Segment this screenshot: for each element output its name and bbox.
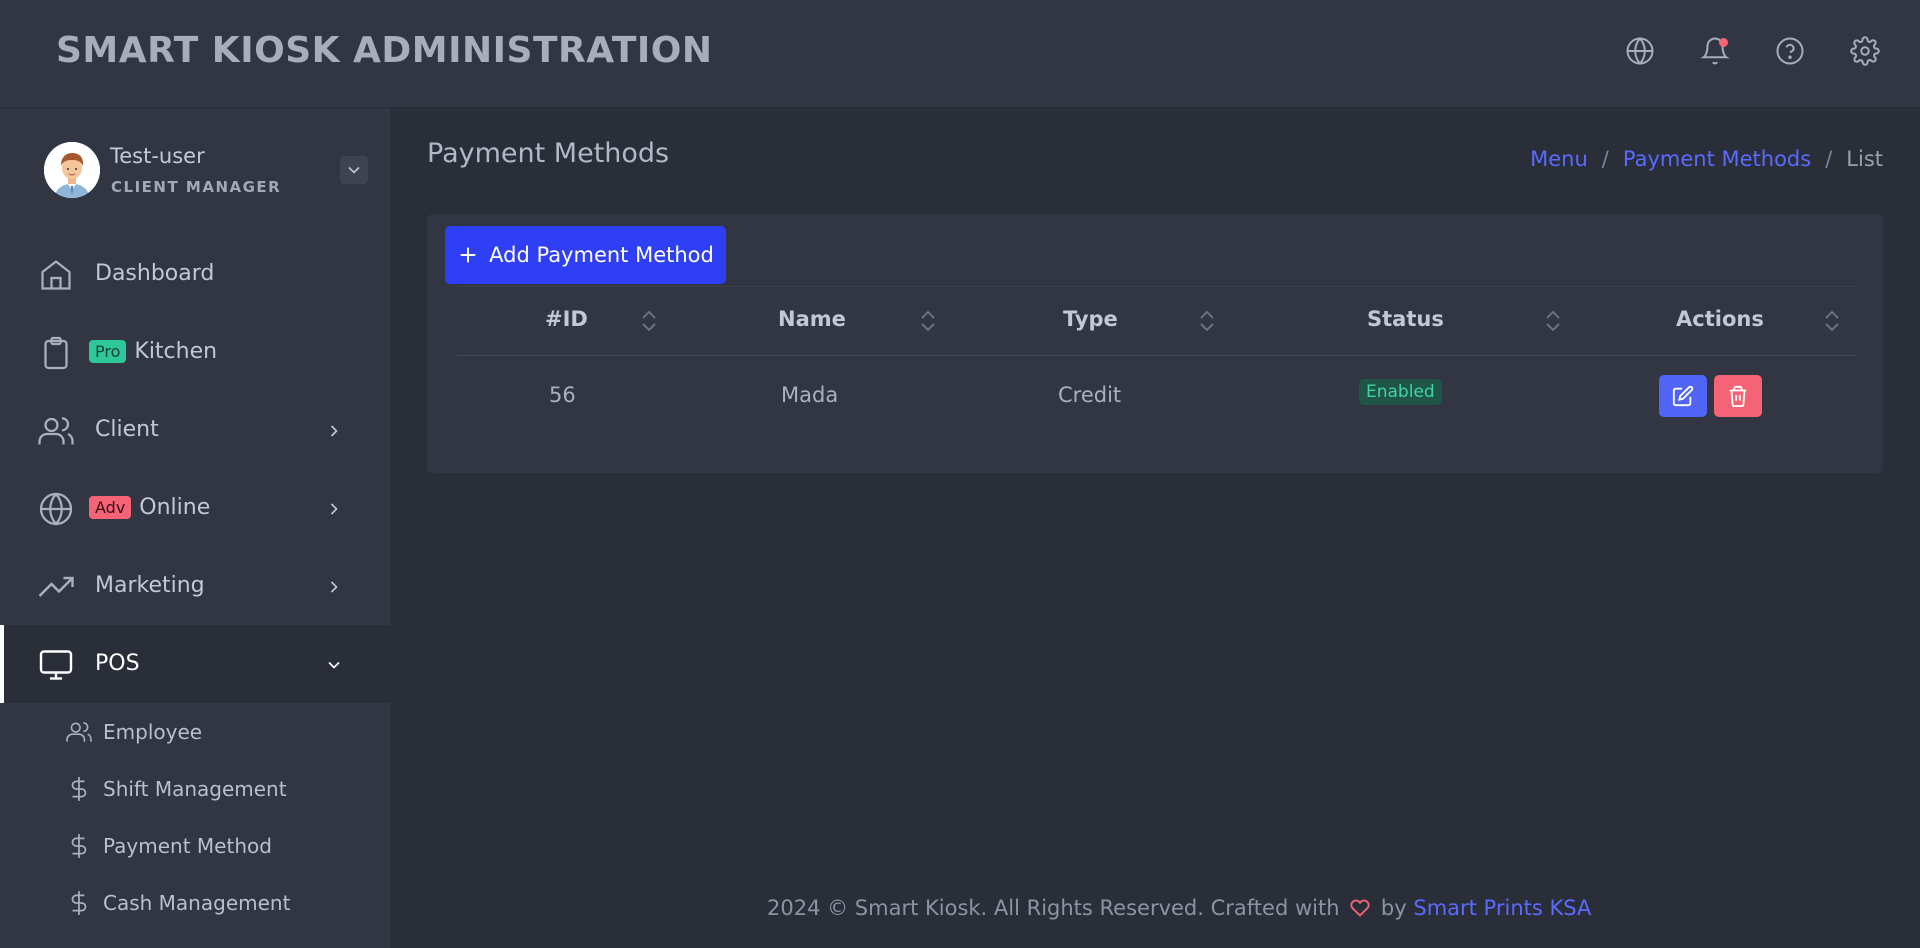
globe-icon	[38, 491, 74, 527]
users-icon	[66, 719, 92, 745]
trash-icon	[1729, 385, 1747, 407]
status-badge: Enabled	[1359, 379, 1442, 405]
edit-icon	[1672, 385, 1694, 407]
sidebar-nav: Dashboard Pro Kitchen Client Adv Online …	[0, 235, 390, 703]
payment-methods-table: #ID Name Type Status Actions 56 Mada Cre…	[457, 286, 1857, 436]
dollar-icon	[66, 776, 92, 802]
column-header-name[interactable]: Name	[778, 307, 846, 331]
page-title: Payment Methods	[427, 138, 670, 169]
sort-icon[interactable]	[640, 309, 658, 333]
breadcrumb-section-link[interactable]: Payment Methods	[1623, 147, 1811, 171]
monitor-icon	[38, 647, 74, 683]
sidebar-subitem-shift-management[interactable]: Shift Management	[0, 760, 390, 817]
top-bar: SMART KIOSK ADMINISTRATION	[0, 0, 1920, 108]
breadcrumb-current: List	[1846, 147, 1883, 171]
brand-title: SMART KIOSK ADMINISTRATION	[56, 30, 713, 71]
add-payment-method-button[interactable]: Add Payment Method	[445, 226, 726, 284]
sort-icon[interactable]	[919, 309, 937, 333]
heart-icon	[1350, 898, 1370, 923]
user-role: CLIENT MANAGER	[111, 178, 282, 196]
pro-badge: Pro	[89, 340, 127, 363]
sidebar: Test-user CLIENT MANAGER Dashboard Pro K…	[0, 108, 390, 948]
breadcrumb: Menu / Payment Methods / List	[1530, 147, 1883, 171]
sidebar-item-label: Kitchen	[134, 339, 218, 364]
top-icons	[1625, 36, 1880, 66]
home-icon	[38, 257, 74, 293]
cell-type: Credit	[1058, 383, 1122, 407]
column-header-status[interactable]: Status	[1367, 307, 1444, 331]
delete-button[interactable]	[1714, 375, 1762, 417]
sidebar-subitem-label: Shift Management	[103, 777, 287, 801]
user-name: Test-user	[110, 144, 205, 168]
sidebar-item-online[interactable]: Adv Online	[0, 469, 390, 547]
sidebar-subitem-label: Payment Method	[103, 834, 272, 858]
column-header-id[interactable]: #ID	[545, 307, 588, 331]
sidebar-subitem-label: Cash Management	[103, 891, 291, 915]
users-icon	[38, 413, 74, 449]
chevron-right-icon	[324, 421, 344, 441]
bell-icon[interactable]	[1700, 36, 1730, 66]
user-menu-toggle[interactable]	[340, 156, 368, 184]
adv-badge: Adv	[89, 496, 132, 519]
breadcrumb-separator: /	[1825, 147, 1833, 171]
add-button-label: Add Payment Method	[489, 243, 714, 267]
sort-icon[interactable]	[1198, 309, 1216, 333]
sidebar-subitem-payment-method[interactable]: Payment Method	[0, 817, 390, 874]
sort-icon[interactable]	[1823, 309, 1841, 333]
sidebar-item-dashboard[interactable]: Dashboard	[0, 235, 390, 313]
footer-text: 2024 © Smart Kiosk. All Rights Reserved.…	[767, 896, 1340, 920]
clipboard-icon	[38, 335, 74, 371]
sidebar-subitem-label: Employee	[103, 720, 203, 744]
plus-icon	[460, 247, 476, 263]
breadcrumb-menu-link[interactable]: Menu	[1530, 147, 1588, 171]
user-profile[interactable]: Test-user CLIENT MANAGER	[44, 142, 368, 198]
table-header: #ID Name Type Status Actions	[457, 286, 1857, 356]
cell-id: 56	[549, 383, 576, 407]
gear-icon[interactable]	[1850, 36, 1880, 66]
table-row: 56 Mada Credit Enabled	[457, 356, 1857, 436]
chevron-right-icon	[324, 577, 344, 597]
dollar-icon	[66, 890, 92, 916]
sidebar-item-label: POS	[95, 651, 140, 676]
sidebar-item-label: Online	[139, 495, 211, 520]
sidebar-item-label: Dashboard	[95, 261, 215, 286]
sidebar-item-pos[interactable]: POS	[0, 625, 390, 703]
pos-subnav: Employee Shift Management Payment Method…	[0, 703, 390, 931]
sidebar-item-marketing[interactable]: Marketing	[0, 547, 390, 625]
cell-name: Mada	[781, 383, 839, 407]
breadcrumb-separator: /	[1601, 147, 1609, 171]
sidebar-subitem-cash-management[interactable]: Cash Management	[0, 874, 390, 931]
notification-dot	[1719, 38, 1728, 47]
dollar-icon	[66, 833, 92, 859]
sidebar-item-client[interactable]: Client	[0, 391, 390, 469]
payment-methods-card: Add Payment Method #ID Name Type Status …	[427, 214, 1883, 473]
chevron-right-icon	[324, 499, 344, 519]
footer-company-link[interactable]: Smart Prints KSA	[1413, 896, 1591, 920]
column-header-actions[interactable]: Actions	[1676, 307, 1764, 331]
column-header-type[interactable]: Type	[1063, 307, 1118, 331]
globe-icon[interactable]	[1625, 36, 1655, 66]
chevron-down-icon	[324, 655, 344, 675]
edit-button[interactable]	[1659, 375, 1707, 417]
sort-icon[interactable]	[1544, 309, 1562, 333]
sidebar-item-kitchen[interactable]: Pro Kitchen	[0, 313, 390, 391]
footer-by: by	[1380, 896, 1407, 920]
sidebar-subitem-employee[interactable]: Employee	[0, 703, 390, 760]
chevron-down-icon	[348, 166, 360, 174]
footer: 2024 © Smart Kiosk. All Rights Reserved.…	[767, 896, 1591, 923]
help-icon[interactable]	[1775, 36, 1805, 66]
trending-up-icon	[38, 569, 74, 605]
avatar	[44, 142, 100, 198]
sidebar-item-label: Marketing	[95, 573, 205, 598]
sidebar-item-label: Client	[95, 417, 159, 442]
